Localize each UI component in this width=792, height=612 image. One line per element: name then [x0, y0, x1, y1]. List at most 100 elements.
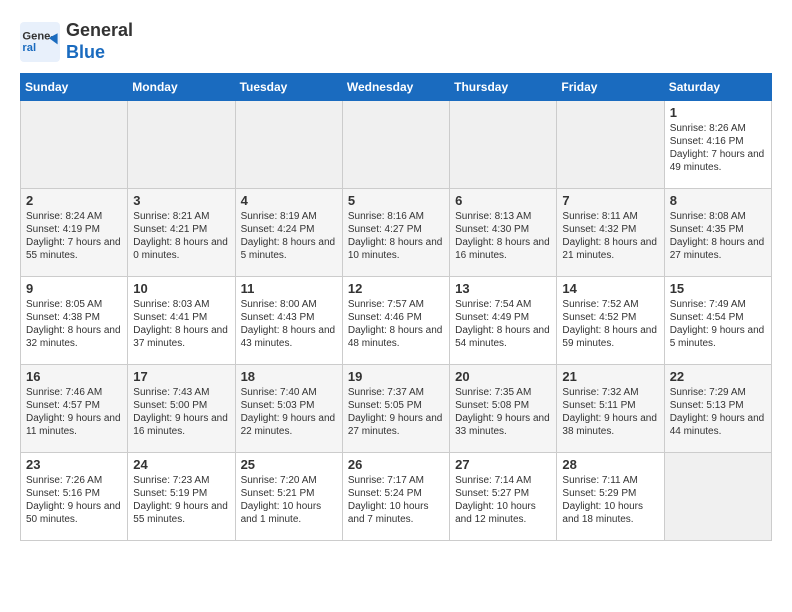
svg-text:Gene-: Gene-	[22, 30, 54, 42]
day-of-week-header: Saturday	[664, 74, 771, 101]
day-info: Sunset: 4:21 PM	[133, 223, 229, 236]
calendar-cell	[664, 453, 771, 541]
day-info: Sunset: 5:11 PM	[562, 399, 658, 412]
logo-text: General	[66, 20, 133, 42]
day-number: 14	[562, 281, 658, 296]
day-number: 25	[241, 457, 337, 472]
day-info: Sunset: 5:00 PM	[133, 399, 229, 412]
calendar-cell: 1Sunrise: 8:26 AMSunset: 4:16 PMDaylight…	[664, 101, 771, 189]
day-info: Daylight: 7 hours and 55 minutes.	[26, 236, 122, 262]
calendar-cell: 15Sunrise: 7:49 AMSunset: 4:54 PMDayligh…	[664, 277, 771, 365]
day-number: 19	[348, 369, 444, 384]
day-info: Daylight: 8 hours and 43 minutes.	[241, 324, 337, 350]
day-number: 20	[455, 369, 551, 384]
day-info: Daylight: 9 hours and 33 minutes.	[455, 412, 551, 438]
day-info: Sunrise: 8:19 AM	[241, 210, 337, 223]
calendar-cell: 5Sunrise: 8:16 AMSunset: 4:27 PMDaylight…	[342, 189, 449, 277]
day-info: Sunset: 4:32 PM	[562, 223, 658, 236]
day-info: Sunset: 4:19 PM	[26, 223, 122, 236]
page-header: Gene-ralGeneralBlue	[20, 20, 772, 63]
logo-icon: Gene-ral	[20, 22, 60, 62]
calendar-cell: 9Sunrise: 8:05 AMSunset: 4:38 PMDaylight…	[21, 277, 128, 365]
day-info: Sunrise: 7:32 AM	[562, 386, 658, 399]
day-info: Sunrise: 8:21 AM	[133, 210, 229, 223]
calendar-cell: 23Sunrise: 7:26 AMSunset: 5:16 PMDayligh…	[21, 453, 128, 541]
day-info: Sunrise: 8:24 AM	[26, 210, 122, 223]
calendar-cell: 24Sunrise: 7:23 AMSunset: 5:19 PMDayligh…	[128, 453, 235, 541]
calendar-cell: 10Sunrise: 8:03 AMSunset: 4:41 PMDayligh…	[128, 277, 235, 365]
day-info: Sunrise: 7:14 AM	[455, 474, 551, 487]
day-number: 7	[562, 193, 658, 208]
logo: Gene-ralGeneralBlue	[20, 20, 133, 63]
day-number: 26	[348, 457, 444, 472]
calendar-cell: 7Sunrise: 8:11 AMSunset: 4:32 PMDaylight…	[557, 189, 664, 277]
day-info: Sunset: 4:52 PM	[562, 311, 658, 324]
calendar-cell	[450, 101, 557, 189]
day-info: Daylight: 8 hours and 48 minutes.	[348, 324, 444, 350]
calendar-cell: 18Sunrise: 7:40 AMSunset: 5:03 PMDayligh…	[235, 365, 342, 453]
day-info: Daylight: 10 hours and 18 minutes.	[562, 500, 658, 526]
calendar-cell	[235, 101, 342, 189]
calendar-cell: 3Sunrise: 8:21 AMSunset: 4:21 PMDaylight…	[128, 189, 235, 277]
day-info: Sunset: 4:41 PM	[133, 311, 229, 324]
day-info: Sunset: 4:24 PM	[241, 223, 337, 236]
day-info: Sunrise: 8:05 AM	[26, 298, 122, 311]
day-info: Sunset: 4:49 PM	[455, 311, 551, 324]
day-info: Daylight: 9 hours and 11 minutes.	[26, 412, 122, 438]
day-number: 22	[670, 369, 766, 384]
day-info: Sunrise: 8:03 AM	[133, 298, 229, 311]
day-number: 3	[133, 193, 229, 208]
day-number: 6	[455, 193, 551, 208]
day-number: 5	[348, 193, 444, 208]
day-of-week-header: Wednesday	[342, 74, 449, 101]
day-info: Daylight: 8 hours and 21 minutes.	[562, 236, 658, 262]
day-info: Sunrise: 7:29 AM	[670, 386, 766, 399]
day-info: Sunset: 5:19 PM	[133, 487, 229, 500]
day-info: Sunset: 4:27 PM	[348, 223, 444, 236]
day-number: 24	[133, 457, 229, 472]
day-info: Sunrise: 7:37 AM	[348, 386, 444, 399]
day-info: Sunset: 4:38 PM	[26, 311, 122, 324]
day-info: Sunrise: 8:26 AM	[670, 122, 766, 135]
day-info: Sunrise: 7:57 AM	[348, 298, 444, 311]
calendar-cell	[128, 101, 235, 189]
day-of-week-header: Monday	[128, 74, 235, 101]
day-info: Sunset: 4:30 PM	[455, 223, 551, 236]
day-number: 13	[455, 281, 551, 296]
calendar-cell: 22Sunrise: 7:29 AMSunset: 5:13 PMDayligh…	[664, 365, 771, 453]
day-info: Daylight: 9 hours and 50 minutes.	[26, 500, 122, 526]
calendar-cell: 25Sunrise: 7:20 AMSunset: 5:21 PMDayligh…	[235, 453, 342, 541]
day-info: Sunrise: 8:13 AM	[455, 210, 551, 223]
day-info: Sunset: 5:03 PM	[241, 399, 337, 412]
day-info: Sunset: 4:57 PM	[26, 399, 122, 412]
day-info: Daylight: 9 hours and 22 minutes.	[241, 412, 337, 438]
day-info: Sunset: 5:16 PM	[26, 487, 122, 500]
day-info: Sunset: 5:08 PM	[455, 399, 551, 412]
day-number: 27	[455, 457, 551, 472]
day-number: 15	[670, 281, 766, 296]
day-info: Sunset: 5:21 PM	[241, 487, 337, 500]
day-info: Sunrise: 8:16 AM	[348, 210, 444, 223]
day-number: 2	[26, 193, 122, 208]
day-of-week-header: Thursday	[450, 74, 557, 101]
calendar-table: SundayMondayTuesdayWednesdayThursdayFrid…	[20, 73, 772, 541]
day-number: 8	[670, 193, 766, 208]
day-number: 1	[670, 105, 766, 120]
day-info: Sunset: 5:29 PM	[562, 487, 658, 500]
day-info: Sunrise: 7:54 AM	[455, 298, 551, 311]
calendar-cell	[342, 101, 449, 189]
day-number: 21	[562, 369, 658, 384]
day-info: Daylight: 8 hours and 5 minutes.	[241, 236, 337, 262]
day-info: Daylight: 10 hours and 1 minute.	[241, 500, 337, 526]
calendar-cell: 4Sunrise: 8:19 AMSunset: 4:24 PMDaylight…	[235, 189, 342, 277]
calendar-cell	[557, 101, 664, 189]
day-number: 17	[133, 369, 229, 384]
day-info: Sunrise: 7:17 AM	[348, 474, 444, 487]
calendar-cell: 16Sunrise: 7:46 AMSunset: 4:57 PMDayligh…	[21, 365, 128, 453]
day-info: Daylight: 9 hours and 38 minutes.	[562, 412, 658, 438]
calendar-cell: 17Sunrise: 7:43 AMSunset: 5:00 PMDayligh…	[128, 365, 235, 453]
day-info: Sunset: 4:46 PM	[348, 311, 444, 324]
day-info: Sunrise: 7:11 AM	[562, 474, 658, 487]
day-number: 28	[562, 457, 658, 472]
calendar-cell: 21 Sunrise: 7:32 AMSunset: 5:11 PMDayligh…	[557, 365, 664, 453]
